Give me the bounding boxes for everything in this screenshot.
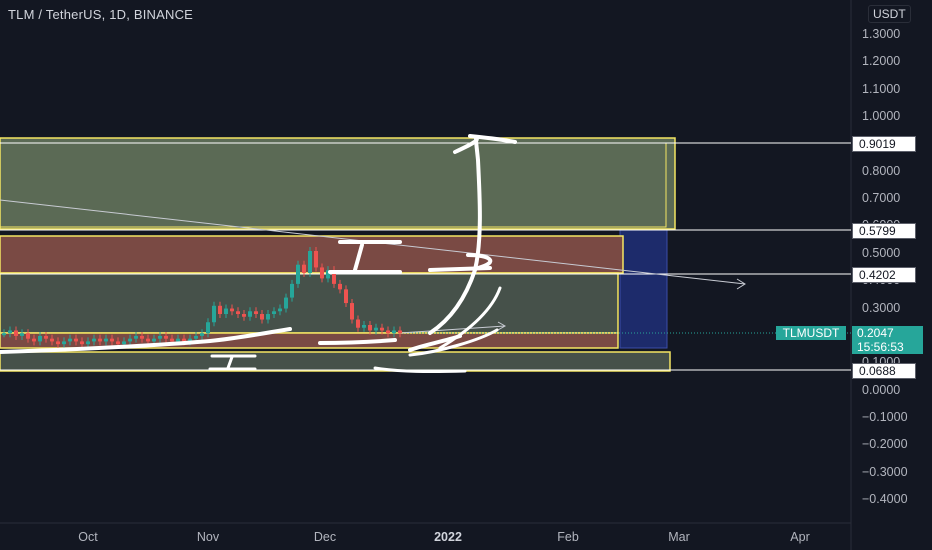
- time-tick-label: Dec: [313, 530, 337, 544]
- candle-body: [368, 324, 372, 331]
- candle-body: [104, 338, 108, 342]
- candle-body: [260, 314, 264, 320]
- candle-body: [200, 333, 204, 336]
- candle-body: [152, 338, 156, 342]
- candle-body: [110, 338, 114, 342]
- candle-body: [92, 338, 96, 342]
- candle-body: [20, 333, 24, 336]
- price-tick-label: 0.3000: [862, 300, 901, 315]
- candle-body: [194, 335, 198, 339]
- chart-title: TLM / TetherUS, 1D, BINANCE: [8, 7, 194, 22]
- candle-body: [290, 283, 294, 298]
- candle-body: [170, 338, 174, 342]
- price-tick-label: −0.1000: [862, 409, 908, 424]
- projection-region: [619, 228, 668, 349]
- middle-green-zone[interactable]: [0, 272, 619, 334]
- bar-countdown: 15:56:53: [857, 340, 904, 354]
- price-chart[interactable]: [0, 0, 932, 550]
- candle-body: [398, 330, 402, 334]
- candle-body: [266, 314, 270, 320]
- candle-body: [164, 335, 168, 339]
- candle-body: [320, 267, 324, 279]
- upper-green-zone[interactable]: [0, 137, 676, 230]
- candle-body: [374, 327, 378, 331]
- price-tick-label: 1.3000: [862, 27, 901, 41]
- candle-body: [80, 341, 84, 345]
- candle-body: [98, 338, 102, 342]
- candle-body: [362, 324, 366, 328]
- candle-body: [284, 297, 288, 309]
- current-price-label: 0.2047 15:56:53: [852, 326, 923, 354]
- candle-body: [158, 335, 162, 339]
- candle-body: [128, 338, 132, 342]
- price-tick-label: −0.3000: [862, 464, 908, 479]
- candle-body: [116, 341, 120, 345]
- candle-body: [236, 311, 240, 315]
- candle-body: [86, 341, 90, 345]
- time-tick-label: Apr: [790, 530, 810, 544]
- candle-body: [38, 335, 42, 342]
- candle-body: [356, 319, 360, 328]
- candle-body: [212, 305, 216, 323]
- candle-body: [230, 308, 234, 312]
- price-tick-label: 0.7000: [862, 191, 901, 206]
- candle-body: [68, 338, 72, 342]
- price-tick-label: −0.2000: [862, 437, 908, 452]
- candle-body: [134, 335, 138, 339]
- price-tick-label: 1.1000: [862, 81, 901, 96]
- candle-body: [62, 341, 66, 345]
- level-label-0.0688: 0.0688: [852, 363, 916, 379]
- time-tick-label: Mar: [668, 530, 690, 544]
- symbol-label: TLMUSDT: [776, 326, 846, 340]
- candle-body: [14, 330, 18, 336]
- price-tick-label: 1.0000: [862, 109, 901, 124]
- current-price-value: 0.2047: [857, 326, 894, 340]
- time-tick-label: Feb: [557, 530, 579, 544]
- price-tick-label: 1.2000: [862, 54, 901, 69]
- candle-body: [146, 338, 150, 342]
- bottom-green-zone[interactable]: [0, 351, 671, 372]
- time-tick-label: Nov: [196, 530, 220, 544]
- candle-body: [248, 311, 252, 317]
- candle-body: [140, 335, 144, 339]
- candle-body: [32, 338, 36, 342]
- time-tick-label: Oct: [78, 530, 98, 544]
- time-tick-label: 2022: [434, 530, 462, 544]
- candle-body: [26, 333, 30, 339]
- candle-body: [254, 311, 258, 315]
- candle-body: [302, 264, 306, 273]
- price-tick-label: −0.4000: [862, 491, 908, 506]
- candle-body: [272, 311, 276, 315]
- candle-body: [278, 308, 282, 312]
- level-label-0.4202: 0.4202: [852, 267, 916, 283]
- price-tick-label: 0.5000: [862, 245, 901, 260]
- candle-body: [224, 308, 228, 315]
- price-tick-label: 0.0000: [862, 382, 901, 397]
- candle-body: [344, 289, 348, 304]
- candle-body: [44, 335, 48, 339]
- candle-body: [380, 327, 384, 331]
- candle-body: [386, 330, 390, 334]
- candle-body: [8, 330, 12, 334]
- candle-body: [308, 251, 312, 273]
- candle-body: [296, 264, 300, 284]
- candle-body: [218, 305, 222, 315]
- currency-unit-badge[interactable]: USDT: [868, 5, 911, 23]
- candle-body: [314, 251, 318, 268]
- level-label-0.9019: 0.9019: [852, 136, 916, 152]
- level-label-0.5799: 0.5799: [852, 223, 916, 239]
- candle-body: [56, 341, 60, 345]
- candle-body: [392, 330, 396, 334]
- candle-body: [176, 338, 180, 342]
- candle-body: [242, 314, 246, 317]
- candle-body: [206, 322, 210, 334]
- candle-body: [50, 338, 54, 342]
- candle-body: [338, 283, 342, 290]
- candle-body: [350, 303, 354, 320]
- price-tick-label: 0.8000: [862, 163, 901, 178]
- candle-body: [122, 341, 126, 345]
- candle-body: [74, 338, 78, 342]
- candle-body: [2, 333, 6, 336]
